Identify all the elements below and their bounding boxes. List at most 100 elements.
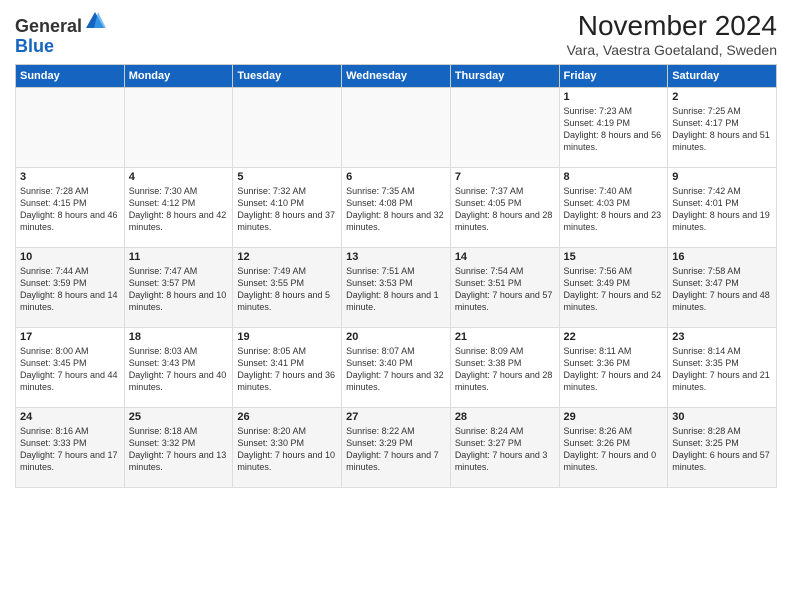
calendar-cell-3-2: 19 Sunrise: 8:05 AM Sunset: 3:41 PM Dayli… <box>233 328 342 408</box>
day-info: Sunrise: 8:24 AM Sunset: 3:27 PM Dayligh… <box>455 425 555 474</box>
calendar-cell-3-1: 18 Sunrise: 8:03 AM Sunset: 3:43 PM Dayli… <box>124 328 233 408</box>
calendar-cell-0-5: 1 Sunrise: 7:23 AM Sunset: 4:19 PM Daylig… <box>559 88 668 168</box>
day-info: Sunrise: 8:16 AM Sunset: 3:33 PM Dayligh… <box>20 425 120 474</box>
day-info: Sunrise: 8:11 AM Sunset: 3:36 PM Dayligh… <box>564 345 664 394</box>
day-info: Sunrise: 8:00 AM Sunset: 3:45 PM Dayligh… <box>20 345 120 394</box>
logo-blue: Blue <box>15 36 54 56</box>
day-number: 2 <box>672 91 772 103</box>
day-number: 8 <box>564 171 664 183</box>
day-info: Sunrise: 8:28 AM Sunset: 3:25 PM Dayligh… <box>672 425 772 474</box>
day-number: 25 <box>129 411 229 423</box>
day-info: Sunrise: 7:37 AM Sunset: 4:05 PM Dayligh… <box>455 185 555 234</box>
week-row-2: 3Sunrise: 7:28 AM Sunset: 4:15 PM Daylig… <box>16 168 777 248</box>
day-info: Sunrise: 8:18 AM Sunset: 3:32 PM Dayligh… <box>129 425 229 474</box>
calendar-cell-1-3: 6 Sunrise: 7:35 AM Sunset: 4:08 PM Daylig… <box>342 168 451 248</box>
logo-icon <box>84 10 106 32</box>
day-number: 13 <box>346 251 446 263</box>
calendar-table: Sunday Monday Tuesday Wednesday Thursday… <box>15 64 777 488</box>
day-number: 19 <box>237 331 337 343</box>
day-info: Sunrise: 7:49 AM Sunset: 3:55 PM Dayligh… <box>237 265 337 314</box>
calendar-cell-1-6: 9 Sunrise: 7:42 AM Sunset: 4:01 PM Daylig… <box>668 168 777 248</box>
week-row-1: 1 Sunrise: 7:23 AM Sunset: 4:19 PM Daylig… <box>16 88 777 168</box>
week-row-5: 24 Sunrise: 8:16 AM Sunset: 3:33 PM Dayli… <box>16 408 777 488</box>
day-number: 14 <box>455 251 555 263</box>
calendar-cell-0-1 <box>124 88 233 168</box>
day-info: Sunrise: 8:14 AM Sunset: 3:35 PM Dayligh… <box>672 345 772 394</box>
day-info: Sunrise: 8:20 AM Sunset: 3:30 PM Dayligh… <box>237 425 337 474</box>
day-number: 9 <box>672 171 772 183</box>
calendar-cell-3-4: 21 Sunrise: 8:09 AM Sunset: 3:38 PM Dayli… <box>450 328 559 408</box>
calendar-cell-4-2: 26 Sunrise: 8:20 AM Sunset: 3:30 PM Dayli… <box>233 408 342 488</box>
day-info: Sunrise: 7:30 AM Sunset: 4:12 PM Dayligh… <box>129 185 229 234</box>
day-number: 6 <box>346 171 446 183</box>
day-info: Sunrise: 7:42 AM Sunset: 4:01 PM Dayligh… <box>672 185 772 234</box>
day-info: Sunrise: 8:22 AM Sunset: 3:29 PM Dayligh… <box>346 425 446 474</box>
calendar-cell-1-1: 4 Sunrise: 7:30 AM Sunset: 4:12 PM Daylig… <box>124 168 233 248</box>
location-subtitle: Vara, Vaestra Goetaland, Sweden <box>567 42 777 58</box>
day-info: Sunrise: 7:51 AM Sunset: 3:53 PM Dayligh… <box>346 265 446 314</box>
day-info: Sunrise: 7:25 AM Sunset: 4:17 PM Dayligh… <box>672 105 772 154</box>
calendar-cell-4-5: 29 Sunrise: 8:26 AM Sunset: 3:26 PM Dayli… <box>559 408 668 488</box>
day-info: Sunrise: 8:07 AM Sunset: 3:40 PM Dayligh… <box>346 345 446 394</box>
day-number: 24 <box>20 411 120 423</box>
day-info: Sunrise: 7:44 AM Sunset: 3:59 PM Dayligh… <box>20 265 120 314</box>
calendar-cell-0-4 <box>450 88 559 168</box>
calendar-cell-4-4: 28 Sunrise: 8:24 AM Sunset: 3:27 PM Dayli… <box>450 408 559 488</box>
day-number: 30 <box>672 411 772 423</box>
calendar-cell-0-2 <box>233 88 342 168</box>
day-info: Sunrise: 7:58 AM Sunset: 3:47 PM Dayligh… <box>672 265 772 314</box>
month-title: November 2024 <box>567 10 777 42</box>
calendar-cell-2-5: 15 Sunrise: 7:56 AM Sunset: 3:49 PM Dayli… <box>559 248 668 328</box>
day-number: 18 <box>129 331 229 343</box>
day-number: 22 <box>564 331 664 343</box>
header-monday: Monday <box>124 65 233 88</box>
calendar-cell-1-2: 5 Sunrise: 7:32 AM Sunset: 4:10 PM Daylig… <box>233 168 342 248</box>
day-info: Sunrise: 8:09 AM Sunset: 3:38 PM Dayligh… <box>455 345 555 394</box>
day-number: 12 <box>237 251 337 263</box>
day-info: Sunrise: 7:54 AM Sunset: 3:51 PM Dayligh… <box>455 265 555 314</box>
day-info: Sunrise: 7:35 AM Sunset: 4:08 PM Dayligh… <box>346 185 446 234</box>
day-number: 26 <box>237 411 337 423</box>
calendar-cell-2-6: 16 Sunrise: 7:58 AM Sunset: 3:47 PM Dayli… <box>668 248 777 328</box>
day-number: 15 <box>564 251 664 263</box>
day-number: 11 <box>129 251 229 263</box>
calendar-cell-1-5: 8 Sunrise: 7:40 AM Sunset: 4:03 PM Daylig… <box>559 168 668 248</box>
day-info: Sunrise: 8:26 AM Sunset: 3:26 PM Dayligh… <box>564 425 664 474</box>
day-number: 3 <box>20 171 120 183</box>
header-tuesday: Tuesday <box>233 65 342 88</box>
day-number: 29 <box>564 411 664 423</box>
day-number: 20 <box>346 331 446 343</box>
header-friday: Friday <box>559 65 668 88</box>
week-row-4: 17Sunrise: 8:00 AM Sunset: 3:45 PM Dayli… <box>16 328 777 408</box>
day-info: Sunrise: 7:40 AM Sunset: 4:03 PM Dayligh… <box>564 185 664 234</box>
day-info: Sunrise: 8:05 AM Sunset: 3:41 PM Dayligh… <box>237 345 337 394</box>
calendar-cell-2-2: 12 Sunrise: 7:49 AM Sunset: 3:55 PM Dayli… <box>233 248 342 328</box>
header-thursday: Thursday <box>450 65 559 88</box>
day-number: 1 <box>564 91 664 103</box>
day-number: 23 <box>672 331 772 343</box>
day-info: Sunrise: 7:23 AM Sunset: 4:19 PM Dayligh… <box>564 105 664 154</box>
header-saturday: Saturday <box>668 65 777 88</box>
day-info: Sunrise: 7:32 AM Sunset: 4:10 PM Dayligh… <box>237 185 337 234</box>
calendar-cell-4-1: 25 Sunrise: 8:18 AM Sunset: 3:32 PM Dayli… <box>124 408 233 488</box>
day-info: Sunrise: 7:56 AM Sunset: 3:49 PM Dayligh… <box>564 265 664 314</box>
calendar-cell-1-0: 3Sunrise: 7:28 AM Sunset: 4:15 PM Daylig… <box>16 168 125 248</box>
calendar-cell-4-0: 24 Sunrise: 8:16 AM Sunset: 3:33 PM Dayli… <box>16 408 125 488</box>
day-number: 7 <box>455 171 555 183</box>
calendar-cell-3-5: 22 Sunrise: 8:11 AM Sunset: 3:36 PM Dayli… <box>559 328 668 408</box>
day-number: 21 <box>455 331 555 343</box>
day-number: 16 <box>672 251 772 263</box>
day-number: 5 <box>237 171 337 183</box>
week-row-3: 10 Sunrise: 7:44 AM Sunset: 3:59 PM Dayli… <box>16 248 777 328</box>
day-number: 4 <box>129 171 229 183</box>
calendar-cell-2-0: 10 Sunrise: 7:44 AM Sunset: 3:59 PM Dayli… <box>16 248 125 328</box>
day-number: 10 <box>20 251 120 263</box>
calendar-cell-3-6: 23 Sunrise: 8:14 AM Sunset: 3:35 PM Dayli… <box>668 328 777 408</box>
calendar-cell-0-6: 2 Sunrise: 7:25 AM Sunset: 4:17 PM Daylig… <box>668 88 777 168</box>
calendar-cell-2-4: 14 Sunrise: 7:54 AM Sunset: 3:51 PM Dayli… <box>450 248 559 328</box>
day-number: 27 <box>346 411 446 423</box>
day-number: 28 <box>455 411 555 423</box>
day-info: Sunrise: 8:03 AM Sunset: 3:43 PM Dayligh… <box>129 345 229 394</box>
header-sunday: Sunday <box>16 65 125 88</box>
logo-general: General <box>15 16 82 36</box>
